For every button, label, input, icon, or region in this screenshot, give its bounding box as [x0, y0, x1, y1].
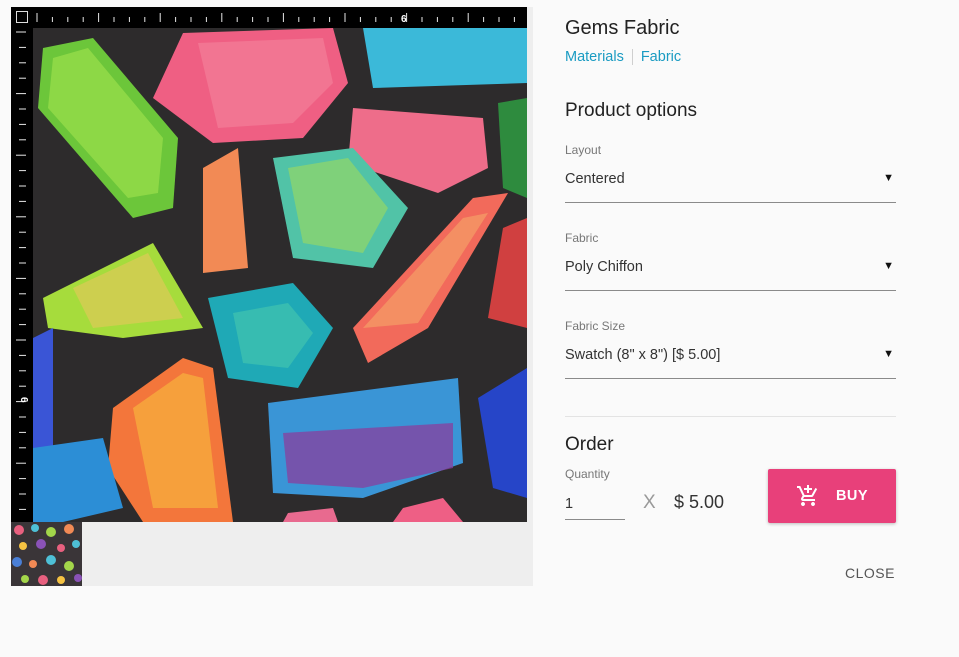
- quantity-input[interactable]: [565, 488, 625, 520]
- section-divider: [565, 416, 896, 417]
- fabric-size-label: Fabric Size: [565, 319, 626, 333]
- order-heading: Order: [565, 434, 614, 455]
- ruler-left-ticks: 6: [16, 31, 29, 526]
- fabric-size-value: Swatch (8" x 8") [$ 5.00]: [565, 347, 721, 363]
- dropdown-arrow-icon: ▼: [883, 260, 894, 272]
- layout-select[interactable]: Centered ▼: [565, 171, 896, 203]
- ruler-toggle[interactable]: [11, 7, 33, 28]
- fabric-field: Fabric Poly Chiffon ▼: [565, 231, 896, 291]
- fabric-label: Fabric: [565, 231, 599, 245]
- ruler-left: 6: [11, 28, 33, 526]
- breadcrumb-separator: [631, 49, 633, 66]
- ruler-top-ticks: 6: [36, 13, 531, 25]
- breadcrumb-fabric[interactable]: Fabric: [641, 49, 681, 65]
- fabric-size-select[interactable]: Swatch (8" x 8") [$ 5.00] ▼: [565, 347, 896, 379]
- fabric-size-field: Fabric Size Swatch (8" x 8") [$ 5.00] ▼: [565, 319, 896, 379]
- buy-button[interactable]: BUY: [768, 469, 896, 523]
- gems-pattern: [33, 28, 527, 522]
- buy-label: BUY: [835, 488, 869, 504]
- quantity-label: Quantity: [565, 467, 610, 481]
- ruler-top: 6: [33, 7, 531, 28]
- ruler-top-label: 6: [401, 14, 407, 25]
- product-panel: Gems Fabric Materials Fabric Product opti…: [565, 0, 905, 600]
- layout-field: Layout Centered ▼: [565, 143, 896, 203]
- product-title: Gems Fabric: [565, 17, 680, 39]
- layout-label: Layout: [565, 143, 602, 157]
- preview-panel: 6 6: [11, 7, 533, 586]
- unit-price: $ 5.00: [674, 492, 725, 512]
- layout-value: Centered: [565, 171, 625, 187]
- close-button[interactable]: CLOSE: [845, 565, 895, 581]
- pattern-thumbnail[interactable]: [11, 522, 82, 586]
- breadcrumb: Materials Fabric: [565, 49, 681, 66]
- dropdown-arrow-icon: ▼: [883, 172, 894, 184]
- multiply-sign: X: [643, 492, 656, 513]
- dropdown-arrow-icon: ▼: [883, 348, 894, 360]
- pattern-thumbnail-image: [11, 522, 82, 586]
- fabric-preview-image[interactable]: [33, 28, 527, 522]
- square-icon: [16, 11, 28, 23]
- ruler-left-label: 6: [18, 397, 29, 403]
- fabric-select[interactable]: Poly Chiffon ▼: [565, 259, 896, 291]
- product-options-heading: Product options: [565, 100, 698, 121]
- add-shopping-cart-icon: [796, 485, 818, 506]
- fabric-value: Poly Chiffon: [565, 259, 643, 275]
- breadcrumb-materials[interactable]: Materials: [565, 49, 624, 65]
